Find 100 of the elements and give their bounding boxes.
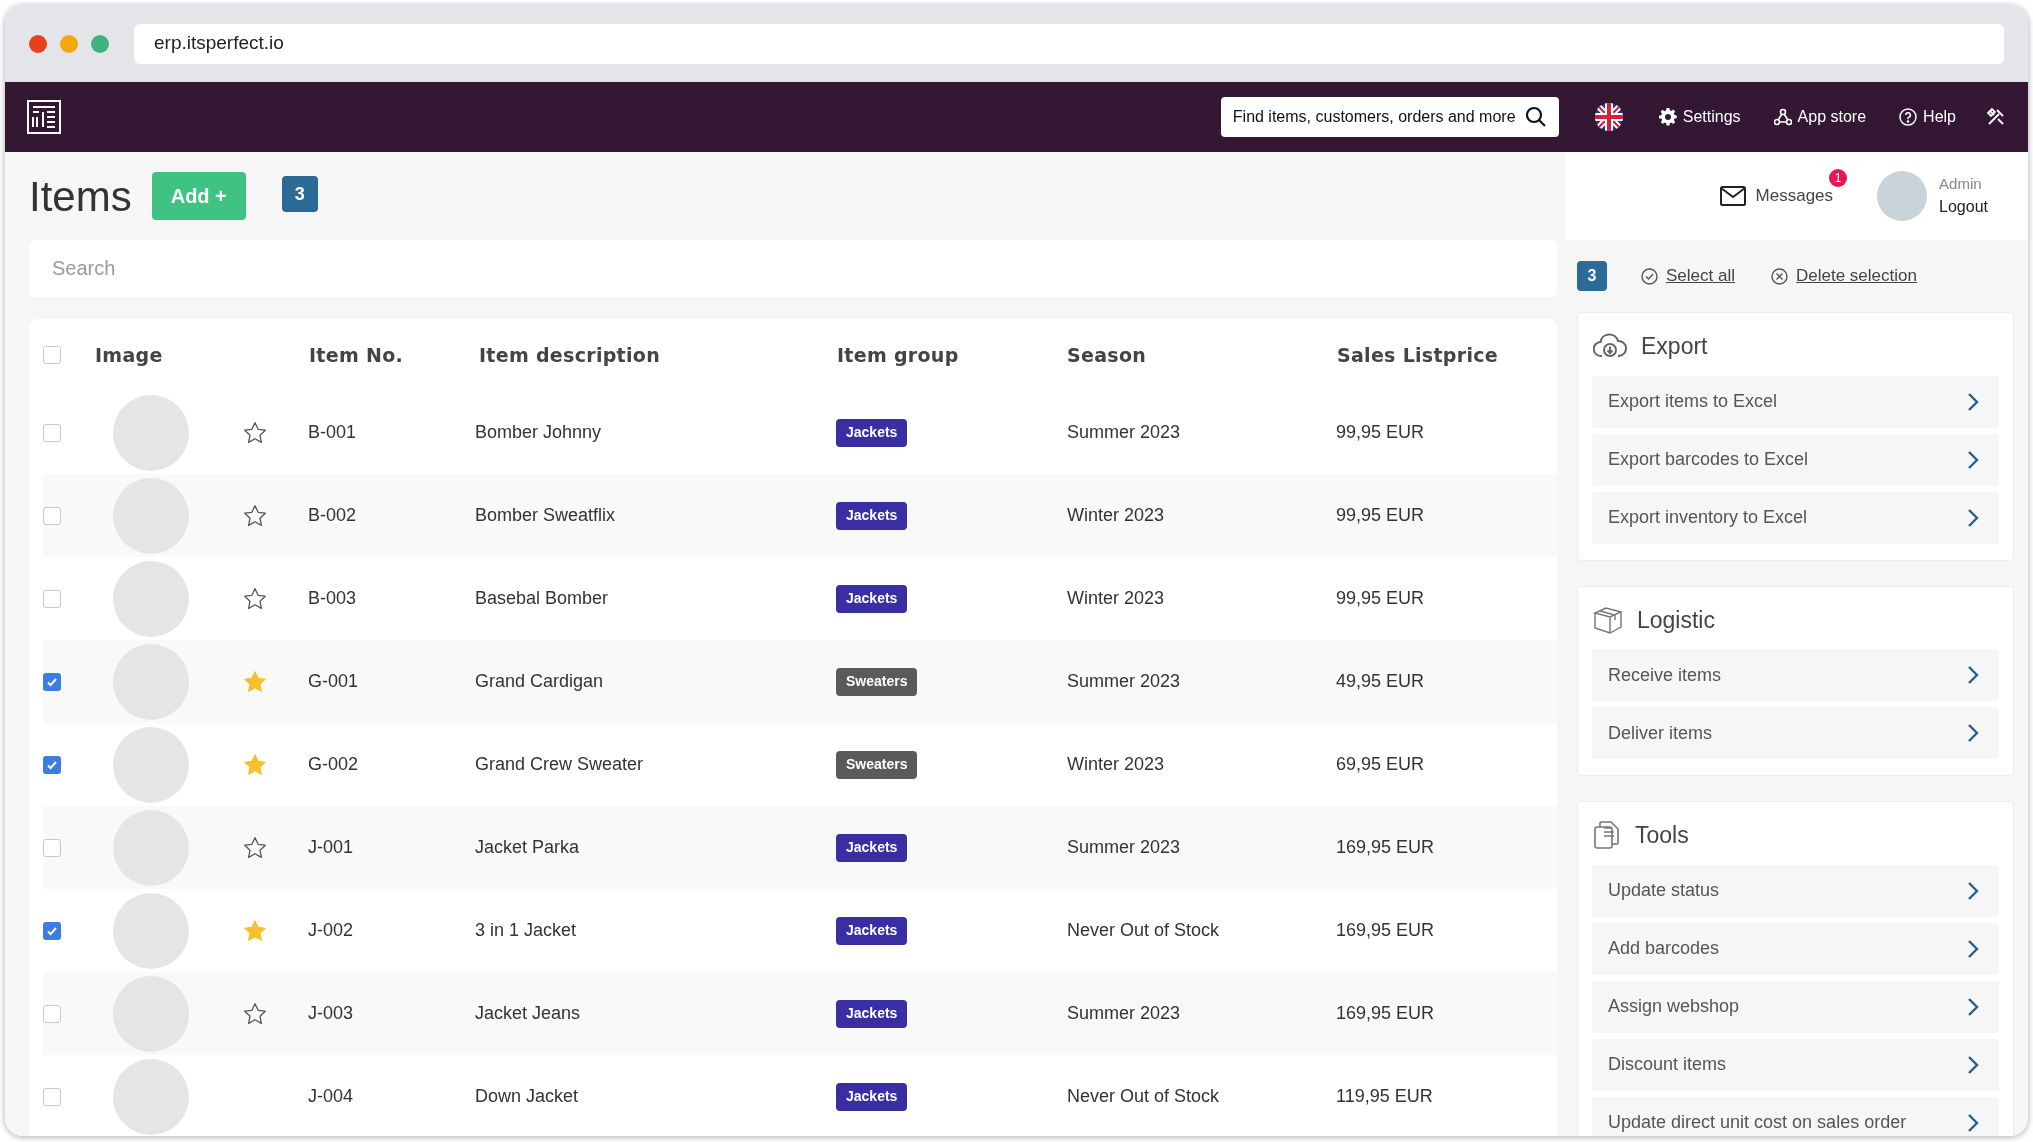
- table-cell: Never Out of Stock: [1067, 920, 1220, 940]
- checkbox[interactable]: [43, 346, 61, 364]
- table-cell: J-001: [308, 837, 354, 857]
- action-item[interactable]: Update direct unit cost on sales order: [1592, 1096, 1999, 1136]
- table-cell: Grand Crew Sweater: [475, 754, 644, 774]
- flag-icon[interactable]: [1594, 103, 1623, 131]
- star-icon[interactable]: [242, 502, 268, 529]
- table-cell: B-002: [308, 505, 357, 525]
- app-logo-icon[interactable]: [27, 100, 61, 134]
- column-header[interactable]: Item group: [837, 343, 959, 366]
- chevron-right-icon[interactable]: [1967, 1112, 1979, 1133]
- column-header[interactable]: Sales Listprice: [1337, 343, 1498, 366]
- chevron-right-icon[interactable]: [1967, 665, 1979, 685]
- checkbox[interactable]: [43, 1087, 61, 1106]
- checkbox[interactable]: [43, 838, 61, 857]
- star-icon[interactable]: [242, 1000, 268, 1027]
- table-cell: Jacket Parka: [475, 837, 580, 857]
- user-name: Admin: [1939, 173, 1983, 194]
- action-item[interactable]: Deliver items: [1592, 707, 1999, 759]
- checkbox[interactable]: [43, 423, 61, 442]
- group-tag: Jackets: [836, 999, 908, 1028]
- table-cell: Bomber Johnny: [475, 422, 602, 442]
- page-title: Items: [29, 171, 132, 222]
- table-cell: Bomber Sweatflix: [475, 505, 616, 525]
- table-cell: 69,95 EUR: [1336, 754, 1425, 774]
- group-tag: Sweaters: [836, 750, 918, 779]
- address-bar[interactable]: erp.itsperfect.io: [134, 23, 2004, 64]
- chevron-right-icon[interactable]: [1967, 449, 1979, 470]
- action-item[interactable]: Assign webshop: [1592, 980, 1999, 1033]
- global-search-field[interactable]: Find items, customers, orders and more: [1220, 97, 1559, 137]
- selection-count-badge: 3: [281, 176, 318, 212]
- group-tag: Jackets: [836, 501, 908, 530]
- group-tag: Jackets: [836, 833, 908, 862]
- network-icon[interactable]: [1773, 108, 1792, 126]
- table-cell: Jacket Jeans: [475, 1003, 581, 1023]
- table-cell: Summer 2023: [1067, 837, 1181, 857]
- star-icon[interactable]: [242, 668, 268, 695]
- action-item[interactable]: Export items to Excel: [1592, 375, 1999, 428]
- checkbox[interactable]: [43, 1004, 61, 1023]
- table-cell: 169,95 EUR: [1336, 920, 1435, 940]
- action-item[interactable]: Export barcodes to Excel: [1592, 433, 1999, 486]
- star-icon[interactable]: [242, 917, 268, 944]
- chevron-right-icon[interactable]: [1967, 723, 1979, 743]
- gear-icon[interactable]: [1658, 108, 1677, 126]
- nav-link[interactable]: Help: [1899, 105, 1956, 129]
- checkbox[interactable]: [43, 921, 61, 940]
- search-field[interactable]: Search: [29, 240, 1557, 297]
- panel-title: Logistic: [1637, 605, 1715, 635]
- chevron-right-icon[interactable]: [1967, 391, 1979, 412]
- action-item[interactable]: Update status: [1592, 864, 1999, 917]
- column-header[interactable]: Season: [1067, 343, 1147, 366]
- table-cell: Winter 2023: [1067, 505, 1165, 525]
- table-cell: Winter 2023: [1067, 754, 1165, 774]
- chevron-right-icon[interactable]: [1967, 880, 1979, 901]
- delete-selection-link[interactable]: Delete selection: [1796, 263, 1917, 289]
- tools-icon[interactable]: [1986, 107, 2006, 127]
- action-item[interactable]: Discount items: [1592, 1038, 1999, 1091]
- star-icon[interactable]: [242, 585, 268, 612]
- table-cell: B-001: [308, 422, 357, 442]
- column-header[interactable]: Item description: [479, 343, 660, 366]
- table-cell: 99,95 EUR: [1336, 422, 1425, 442]
- search-icon[interactable]: [1524, 106, 1547, 128]
- star-icon[interactable]: [242, 834, 268, 861]
- table-cell: 99,95 EUR: [1336, 588, 1425, 608]
- group-tag: Jackets: [836, 584, 908, 613]
- checkbox[interactable]: [43, 672, 61, 691]
- nav-link[interactable]: App store: [1773, 105, 1867, 129]
- action-item[interactable]: Receive items: [1592, 649, 1999, 701]
- table-cell: Never Out of Stock: [1067, 1086, 1220, 1106]
- checkbox[interactable]: [43, 506, 61, 525]
- table-cell: B-003: [308, 588, 357, 608]
- nav-link[interactable]: Settings: [1658, 105, 1741, 129]
- checkbox[interactable]: [43, 755, 61, 774]
- column-header[interactable]: Item No.: [309, 343, 404, 366]
- table-cell: J-004: [308, 1086, 354, 1106]
- panel-title: Export: [1641, 332, 1708, 361]
- documents-icon: [1593, 820, 1621, 851]
- table-cell: Basebal Bomber: [475, 588, 609, 608]
- action-item[interactable]: Export inventory to Excel: [1592, 491, 1999, 544]
- table-cell: Summer 2023: [1067, 422, 1181, 442]
- cloud-download-icon: [1593, 333, 1627, 360]
- chevron-right-icon[interactable]: [1967, 1054, 1979, 1075]
- envelope-icon[interactable]: [1719, 186, 1746, 206]
- help-icon[interactable]: [1899, 108, 1918, 126]
- action-item[interactable]: Add barcodes: [1592, 922, 1999, 975]
- chevron-right-icon[interactable]: [1967, 996, 1979, 1017]
- panel-title: Tools: [1635, 821, 1689, 850]
- select-all-link[interactable]: Select all: [1666, 263, 1735, 289]
- star-icon[interactable]: [242, 419, 268, 446]
- star-icon[interactable]: [242, 751, 268, 778]
- checkbox[interactable]: [43, 589, 61, 608]
- table-cell: 99,95 EUR: [1336, 505, 1425, 525]
- chevron-right-icon[interactable]: [1967, 938, 1979, 959]
- logout-link[interactable]: Logout: [1939, 195, 1988, 220]
- table-cell: 49,95 EUR: [1336, 671, 1425, 691]
- close-circle-icon[interactable]: [1771, 267, 1788, 285]
- table-cell: G-001: [308, 671, 359, 691]
- column-header[interactable]: Image: [95, 343, 163, 366]
- chevron-right-icon[interactable]: [1967, 507, 1979, 528]
- check-circle-icon[interactable]: [1641, 267, 1658, 285]
